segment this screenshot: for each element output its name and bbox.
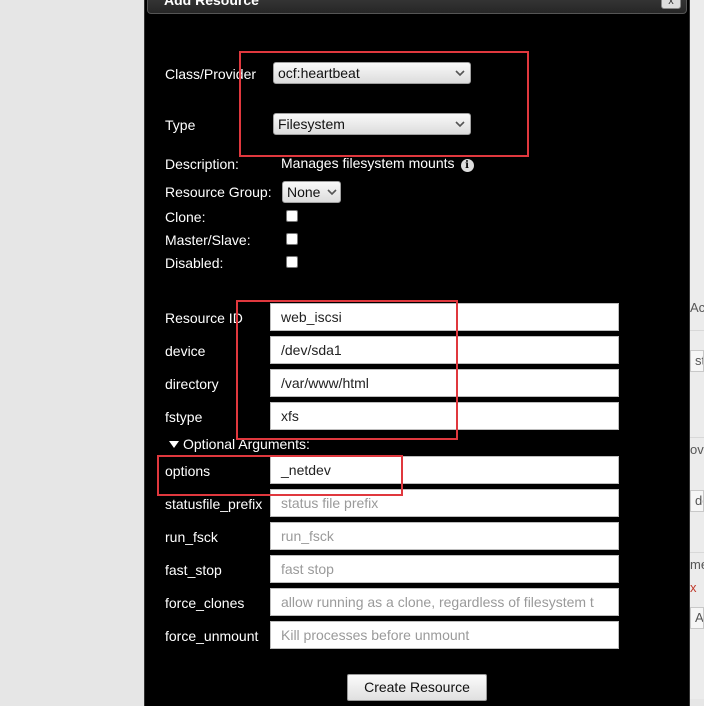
resource-group-select[interactable]: None: [282, 181, 341, 203]
description-value: Manages filesystem mounts: [281, 155, 455, 171]
background-fragment-input: st: [690, 350, 704, 372]
clone-label: Clone:: [165, 209, 206, 225]
master-slave-label: Master/Slave:: [165, 232, 251, 248]
force-clones-input[interactable]: allow running as a clone, regardless of …: [270, 588, 619, 616]
force-unmount-input[interactable]: Kill processes before unmount: [270, 621, 619, 649]
annotation-box-required-fields: [236, 300, 458, 440]
force-unmount-label: force_unmount: [165, 628, 259, 644]
annotation-box-class-type: [239, 51, 529, 157]
resource-group-value: None: [287, 184, 321, 200]
create-resource-button[interactable]: Create Resource: [347, 674, 487, 701]
force-clones-label: force_clones: [165, 595, 245, 611]
dialog-close-button[interactable]: x: [661, 0, 681, 9]
description-text: Manages filesystem mounts i: [281, 155, 474, 172]
close-icon: x: [668, 0, 674, 7]
type-label: Type: [165, 117, 196, 133]
directory-label: directory: [165, 376, 219, 392]
run-fsck-label: run_fsck: [165, 529, 218, 545]
master-slave-checkbox[interactable]: [286, 233, 298, 245]
fast-stop-label: fast_stop: [165, 562, 222, 578]
description-label: Description:: [165, 156, 239, 172]
run-fsck-input[interactable]: run_fsck: [270, 522, 619, 550]
background-fragment-text: ov: [690, 442, 704, 457]
annotation-box-options: [157, 455, 403, 496]
chevron-down-icon: [327, 189, 337, 196]
dialog-titlebar: Add Resource x: [147, 0, 687, 14]
device-label: device: [165, 343, 206, 359]
fstype-label: fstype: [165, 409, 203, 425]
dialog-title: Add Resource: [164, 0, 259, 8]
triangle-down-icon: [169, 441, 179, 448]
background-fragment-button: Ad: [690, 607, 704, 629]
disabled-checkbox[interactable]: [286, 256, 298, 268]
disabled-label: Disabled:: [165, 255, 224, 271]
background-fragment-button: dd: [690, 490, 704, 512]
background-divider: [688, 437, 704, 438]
fast-stop-input[interactable]: fast stop: [270, 555, 619, 583]
background-fragment-remove: x: [690, 580, 697, 595]
background-fragment-text: Ac: [690, 300, 704, 315]
clone-checkbox[interactable]: [286, 210, 298, 222]
background-divider: [688, 552, 704, 553]
info-icon[interactable]: i: [460, 159, 474, 172]
statusfile-prefix-label: statusfile_prefix: [165, 496, 263, 512]
resource-group-label: Resource Group:: [165, 184, 272, 200]
background-divider: [688, 330, 704, 331]
background-fragment-text: me: [690, 557, 704, 572]
resource-id-label: Resource ID: [165, 310, 243, 326]
